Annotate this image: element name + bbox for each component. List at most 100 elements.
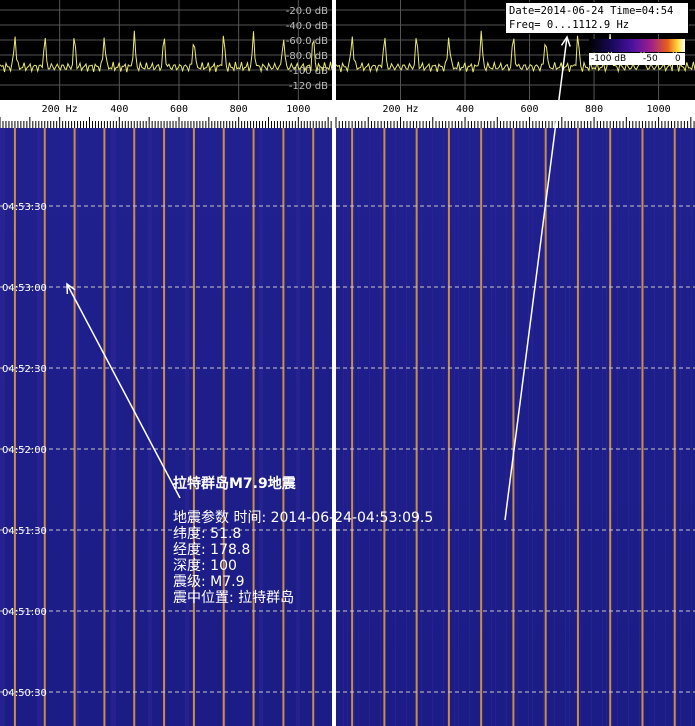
spectrogram-texture-left	[76, 128, 77, 726]
freq-tick-label-left: 800	[230, 104, 248, 115]
spectrogram-texture-right	[347, 128, 348, 726]
spectrogram-texture-left	[0, 128, 1, 726]
spectrogram-texture-left	[1, 128, 2, 726]
spectrogram-texture-right	[665, 128, 666, 726]
spectrum-db-label: -100 dB	[289, 66, 328, 77]
spectrogram-texture-left	[297, 128, 298, 726]
earthquake-annotation: 拉特群岛M7.9地震 地震参数 时间: 2014-06-24-04:53:09.…	[173, 476, 433, 606]
harmonic-line-right-1050	[673, 128, 676, 726]
freq-tick-label-right: 800	[585, 104, 603, 115]
spectrogram-texture-left	[3, 128, 4, 726]
annotation-line-latitude: 纬度: 51.8	[173, 526, 242, 542]
spectrogram-texture-left	[2, 128, 3, 726]
spectrogram-chart: -20.0 dB-40.0 dB-60.0 dB-80.0 dB-100 dB-…	[0, 0, 695, 726]
freq-tick-label-left: 400	[110, 104, 128, 115]
annotation-line-time: 地震参数 时间: 2014-06-24-04:53:09.5	[173, 510, 434, 526]
spectrogram-texture-right	[569, 128, 570, 726]
harmonic-line-right-650	[544, 128, 547, 726]
spectrogram-right	[336, 128, 695, 726]
spectrogram-texture-left	[296, 128, 297, 726]
time-tick-label: 04:50:30	[2, 688, 47, 699]
spectrogram-texture-right	[458, 128, 459, 726]
harmonic-line-right-150	[383, 128, 386, 726]
spectrogram-texture-right	[454, 128, 455, 726]
annotation-line-magnitude: 震级: M7.9	[173, 574, 245, 590]
spectrogram-left	[0, 128, 332, 726]
colorbar-label-mid: -50	[643, 54, 658, 64]
spectrogram-texture-right	[639, 128, 640, 726]
freq-tick-label-right: 600	[521, 104, 539, 115]
freq-tick-label-left: 1000	[286, 104, 310, 115]
spectrogram-texture-right	[432, 128, 433, 726]
spectrogram-texture-right	[506, 128, 507, 726]
harmonic-line-left-450	[133, 128, 136, 726]
spectrogram-texture-left	[299, 128, 300, 726]
harmonic-line-right-50	[351, 128, 354, 726]
spectrogram-texture-right	[591, 128, 592, 726]
spectrogram-texture-right	[491, 128, 492, 726]
harmonic-line-right-750	[576, 128, 579, 726]
spectrogram-texture-right	[680, 128, 681, 726]
spectrogram-texture-right	[495, 128, 496, 726]
harmonic-line-left-750	[222, 128, 225, 726]
spectrogram-texture-right	[469, 128, 470, 726]
freq-tick-label-left: 200 Hz	[42, 104, 78, 115]
time-tick-label: 04:52:00	[2, 445, 47, 456]
spectrogram-texture-left	[78, 128, 79, 726]
harmonic-line-left-650	[192, 128, 195, 726]
spectrogram-texture-right	[369, 128, 370, 726]
time-tick-label: 04:52:30	[2, 364, 47, 375]
spectrogram-texture-left	[77, 128, 78, 726]
harmonic-line-left-50	[13, 128, 16, 726]
spectrogram-texture-right	[580, 128, 581, 726]
spectrogram-texture-left	[112, 128, 113, 726]
annotation-line-epicenter: 震中位置: 拉特群岛	[173, 590, 295, 606]
spectrogram-texture-left	[151, 128, 152, 726]
spectrogram-texture-left	[225, 128, 226, 726]
spectrogram-texture-left	[260, 128, 261, 726]
spectrogram-texture-right	[421, 128, 422, 726]
spectrogram-texture-left	[150, 128, 151, 726]
spectrogram-texture-left	[188, 128, 189, 726]
spectrum-db-label: -40.0 dB	[286, 21, 328, 32]
spectrogram-texture-right	[354, 128, 355, 726]
spectrogram-texture-right	[554, 128, 555, 726]
spectrogram-texture-right	[654, 128, 655, 726]
freq-tick-label-right: 400	[456, 104, 474, 115]
spectrogram-texture-left	[4, 128, 5, 726]
spectrogram-texture-left	[115, 128, 116, 726]
spectrogram-texture-left	[38, 128, 39, 726]
harmonic-line-right-450	[480, 128, 483, 726]
colorbar-label-min: -100 dB	[591, 54, 627, 64]
spectrum-db-label: -60.0 dB	[286, 36, 328, 47]
harmonic-line-right-550	[512, 128, 515, 726]
spectrogram-texture-left	[148, 128, 149, 726]
spectrogram-texture-left	[149, 128, 150, 726]
colorbar: -100 dB -50 0	[589, 39, 685, 65]
spectrogram-texture-right	[691, 128, 692, 726]
spectrogram-texture-left	[187, 128, 188, 726]
colorbar-label-max: 0	[675, 54, 681, 64]
spectrogram-texture-right	[617, 128, 618, 726]
spectrogram-texture-left	[41, 128, 42, 726]
time-tick-label: 04:51:30	[2, 526, 47, 537]
harmonic-line-left-250	[73, 128, 76, 726]
spectrogram-texture-left	[298, 128, 299, 726]
spectrogram-texture-left	[39, 128, 40, 726]
harmonic-line-left-1050	[312, 128, 315, 726]
colorbar-gradient	[589, 39, 685, 52]
spectrogram-texture-left	[186, 128, 187, 726]
spectrogram-texture-right	[676, 128, 677, 726]
spectrogram-texture-left	[40, 128, 41, 726]
spectrum-db-label: -20.0 dB	[286, 6, 328, 17]
freq-tick-label-right: 1000	[647, 104, 671, 115]
spectrogram-texture-right	[358, 128, 359, 726]
spectrogram-texture-left	[262, 128, 263, 726]
harmonic-line-right-850	[609, 128, 612, 726]
spectrogram-texture-right	[565, 128, 566, 726]
spectrogram-texture-right	[532, 128, 533, 726]
harmonic-line-left-950	[282, 128, 285, 726]
spectrogram-texture-right	[395, 128, 396, 726]
spectrogram-texture-left	[37, 128, 38, 726]
spectrogram-texture-right	[343, 128, 344, 726]
